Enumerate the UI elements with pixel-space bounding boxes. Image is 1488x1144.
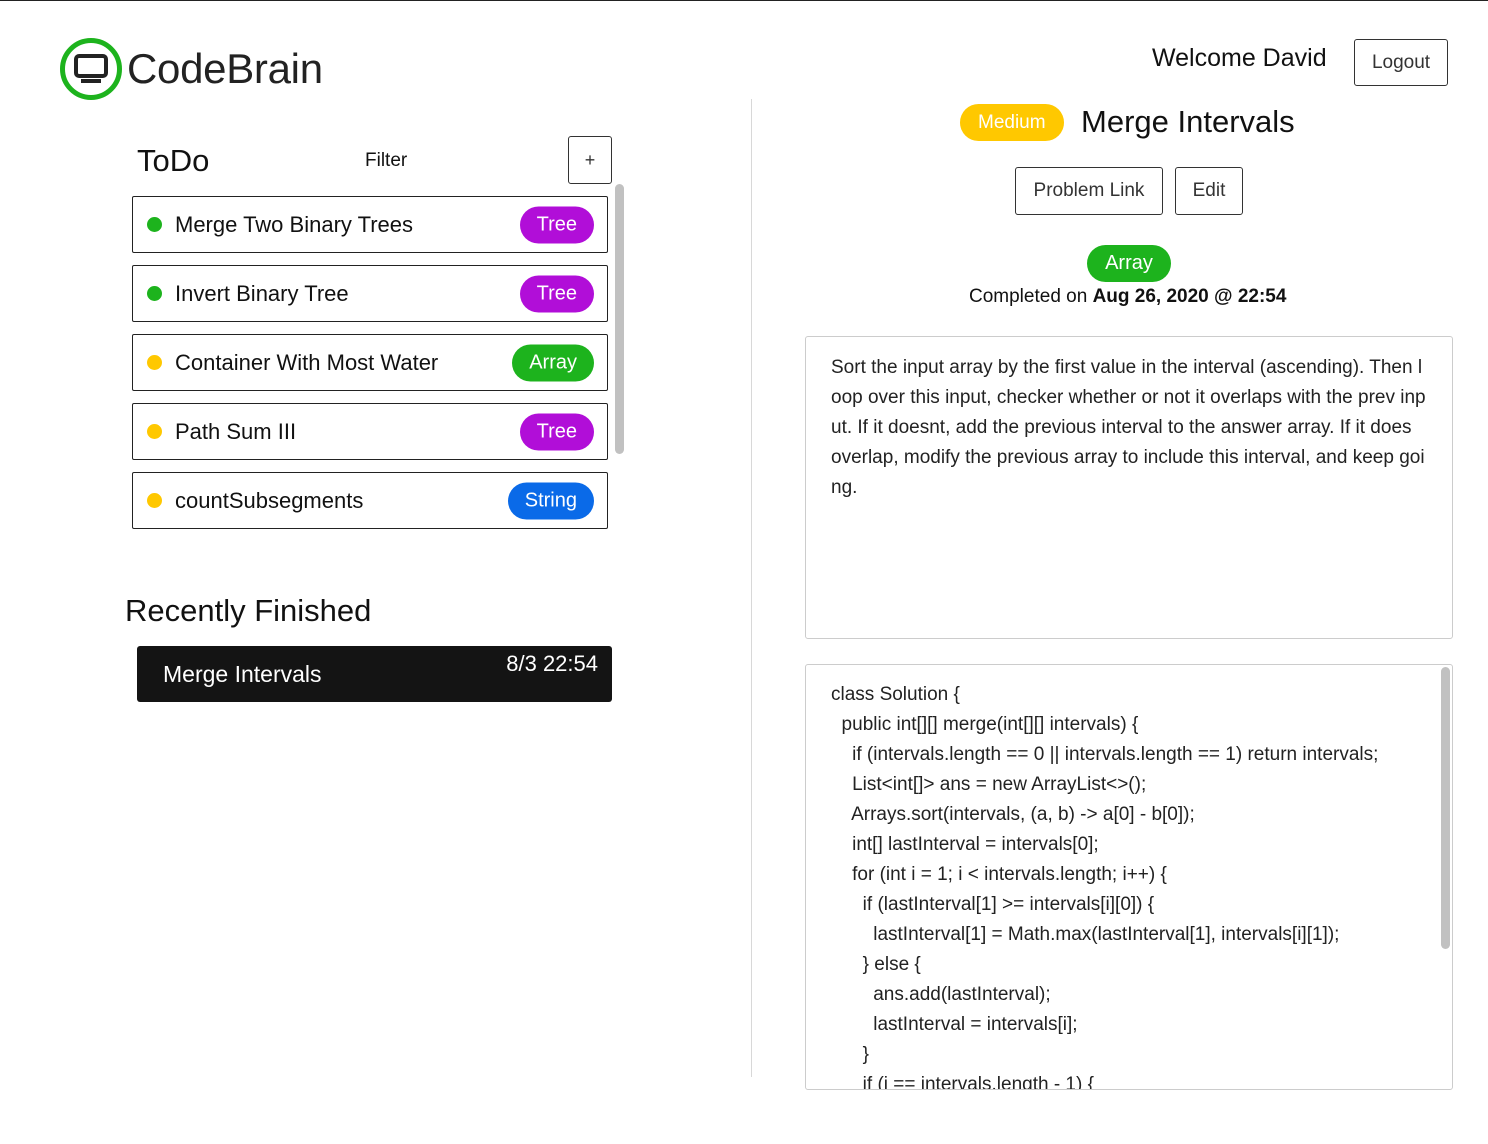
monitor-icon — [60, 38, 122, 100]
recent-item-name: Merge Intervals — [163, 661, 322, 687]
status-dot — [147, 424, 162, 439]
code-line: if (lastInterval[1] >= intervals[i][0]) … — [831, 894, 1155, 915]
code-scrollbar-thumb[interactable] — [1441, 667, 1450, 949]
code-line: } — [831, 1044, 870, 1065]
code-line: Arrays.sort(intervals, (a, b) -> a[0] - … — [831, 804, 1195, 825]
top-border — [0, 0, 1488, 1]
problem-link-button[interactable]: Problem Link — [1015, 167, 1163, 215]
recent-item-time: 8/3 22:54 — [506, 651, 598, 676]
problem-name: countSubsegments — [175, 487, 364, 513]
list-item[interactable]: countSubsegments String — [132, 472, 608, 529]
topic-tag: String — [507, 482, 594, 519]
list-item[interactable]: Merge Two Binary Trees Tree — [132, 196, 608, 253]
app-logo[interactable]: CodeBrain — [60, 38, 323, 100]
problem-name: Merge Two Binary Trees — [175, 211, 414, 237]
list-item[interactable]: Container With Most Water Array — [132, 334, 608, 391]
status-dot — [147, 217, 162, 232]
add-problem-button[interactable]: + — [568, 136, 612, 184]
code-content: class Solution { public int[][] merge(in… — [831, 680, 1436, 1090]
code-line: class Solution { — [831, 684, 960, 705]
todo-heading: ToDo — [137, 143, 210, 178]
code-line: lastInterval[1] = Math.max(lastInterval[… — [831, 924, 1340, 945]
logout-button[interactable]: Logout — [1354, 39, 1448, 86]
code-line: if (i == intervals.length - 1) { — [831, 1074, 1094, 1090]
topic-tag: Tree — [519, 275, 594, 312]
code-line: } else { — [831, 954, 921, 975]
list-item[interactable]: Path Sum III Tree — [132, 403, 608, 460]
code-line: ans.add(lastInterval); — [831, 984, 1051, 1005]
completed-prefix: Completed on — [969, 286, 1093, 307]
topic-tag: Array — [512, 344, 594, 381]
panel-divider — [751, 99, 752, 1077]
code-line: lastInterval = intervals[i]; — [831, 1014, 1078, 1035]
completed-date: Aug 26, 2020 @ 22:54 — [1092, 286, 1287, 307]
problem-name: Invert Binary Tree — [175, 280, 349, 306]
recent-item[interactable]: Merge Intervals 8/3 22:54 — [137, 646, 612, 702]
welcome-text: Welcome David — [1152, 44, 1327, 72]
todo-scrollbar[interactable] — [615, 184, 624, 454]
topic-tag: Tree — [519, 413, 594, 450]
problem-name: Path Sum III — [175, 418, 297, 444]
completed-info: Completed on Aug 26, 2020 @ 22:54 — [969, 286, 1286, 308]
todo-list: Merge Two Binary Trees Tree Invert Binar… — [132, 196, 608, 541]
difficulty-badge: Medium — [960, 104, 1064, 141]
code-line: List<int[]> ans = new ArrayList<>(); — [831, 774, 1147, 795]
status-dot — [147, 493, 162, 508]
topic-tag: Tree — [519, 206, 594, 243]
topic-badge: Array — [1087, 245, 1171, 282]
app-name: CodeBrain — [127, 45, 323, 92]
filter-button[interactable]: Filter — [365, 150, 407, 172]
solution-notes[interactable]: Sort the input array by the first value … — [805, 336, 1453, 639]
code-line: for (int i = 1; i < intervals.length; i+… — [831, 864, 1167, 885]
edit-button[interactable]: Edit — [1175, 167, 1243, 215]
recently-finished-heading: Recently Finished — [125, 593, 372, 628]
code-line: if (intervals.length == 0 || intervals.l… — [831, 744, 1379, 765]
status-dot — [147, 286, 162, 301]
code-line: int[] lastInterval = intervals[0]; — [831, 834, 1099, 855]
code-block[interactable]: class Solution { public int[][] merge(in… — [805, 664, 1453, 1090]
problem-name: Container With Most Water — [175, 349, 439, 375]
problem-title: Merge Intervals — [1081, 104, 1295, 139]
todo-scrollbar-thumb[interactable] — [615, 184, 624, 454]
status-dot — [147, 355, 162, 370]
code-line: public int[][] merge(int[][] intervals) … — [831, 714, 1139, 735]
list-item[interactable]: Invert Binary Tree Tree — [132, 265, 608, 322]
